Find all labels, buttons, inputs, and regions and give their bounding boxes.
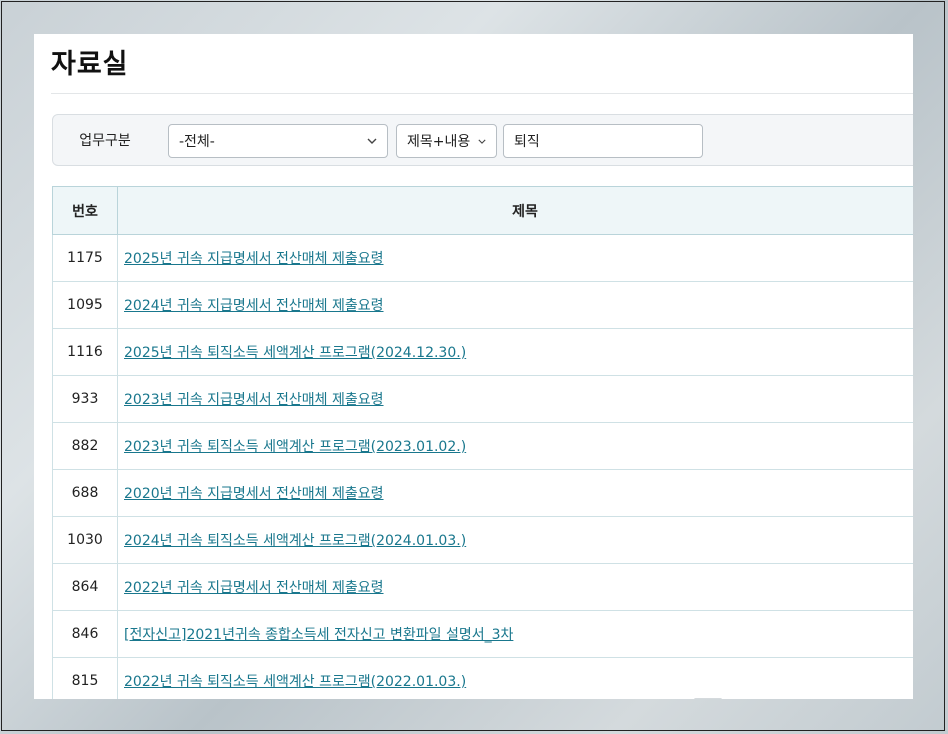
- row-title-link[interactable]: 2024년 귀속 지급명세서 전산매체 제출요령: [124, 298, 384, 314]
- table-header-row: 번호 제목: [52, 186, 913, 235]
- row-title-link[interactable]: 2022년 귀속 퇴직소득 세액계산 프로그램(2022.01.03.): [124, 674, 466, 690]
- row-title-link[interactable]: 2024년 귀속 퇴직소득 세액계산 프로그램(2024.01.03.): [124, 533, 466, 549]
- row-title-cell: 2022년 귀속 지급명세서 전산매체 제출요령: [117, 563, 913, 611]
- row-title-link[interactable]: 2022년 귀속 지급명세서 전산매체 제출요령: [124, 580, 384, 596]
- title-column-header: 제목: [117, 186, 913, 235]
- table-row: 864 2022년 귀속 지급명세서 전산매체 제출요령: [52, 563, 913, 611]
- row-title-cell: 2024년 귀속 퇴직소득 세액계산 프로그램(2024.01.03.): [117, 516, 913, 564]
- table-row: 1175 2025년 귀속 지급명세서 전산매체 제출요령: [52, 234, 913, 282]
- row-title-link[interactable]: [전자신고]2021년귀속 종합소득세 전자신고 변환파일 설명서_3차: [124, 627, 513, 643]
- row-number: 933: [52, 375, 118, 423]
- row-number: 1175: [52, 234, 118, 282]
- table-row: 688 2020년 귀속 지급명세서 전산매체 제출요령: [52, 469, 913, 517]
- table-row: 933 2023년 귀속 지급명세서 전산매체 제출요령: [52, 375, 913, 423]
- search-field-select[interactable]: 제목+내용: [396, 124, 497, 158]
- number-column-header: 번호: [52, 186, 118, 235]
- row-title-link[interactable]: 2020년 귀속 지급명세서 전산매체 제출요령: [124, 486, 384, 502]
- search-field-select-value: 제목+내용: [407, 134, 471, 150]
- row-number: 1030: [52, 516, 118, 564]
- row-title-cell: 2025년 귀속 지급명세서 전산매체 제출요령: [117, 234, 913, 282]
- category-select[interactable]: -전체-: [168, 124, 388, 158]
- row-title-cell: [전자신고]2021년귀속 종합소득세 전자신고 변환파일 설명서_3차: [117, 610, 913, 658]
- search-input[interactable]: [503, 124, 703, 158]
- table-row: 1116 2025년 귀속 퇴직소득 세액계산 프로그램(2024.12.30.…: [52, 328, 913, 376]
- pagination-edge: [694, 698, 722, 699]
- title-divider: [51, 93, 913, 94]
- category-select-value: -전체-: [179, 134, 215, 150]
- row-number: 1116: [52, 328, 118, 376]
- row-number: 688: [52, 469, 118, 517]
- table-row: 882 2023년 귀속 퇴직소득 세액계산 프로그램(2023.01.02.): [52, 422, 913, 470]
- results-table: 번호 제목 1175 2025년 귀속 지급명세서 전산매체 제출요령 1095…: [52, 186, 913, 699]
- page-title: 자료실: [51, 49, 129, 80]
- table-row: 1030 2024년 귀속 퇴직소득 세액계산 프로그램(2024.01.03.…: [52, 516, 913, 564]
- table-row: 846 [전자신고]2021년귀속 종합소득세 전자신고 변환파일 설명서_3차: [52, 610, 913, 658]
- row-number: 1095: [52, 281, 118, 329]
- row-title-link[interactable]: 2025년 귀속 퇴직소득 세액계산 프로그램(2024.12.30.): [124, 345, 466, 361]
- content-panel: 자료실 업무구분 -전체- 제목+내용 번호 제목 1175: [34, 34, 913, 699]
- row-title-link[interactable]: 2025년 귀속 지급명세서 전산매체 제출요령: [124, 251, 384, 267]
- row-title-cell: 2023년 귀속 지급명세서 전산매체 제출요령: [117, 375, 913, 423]
- row-title-cell: 2024년 귀속 지급명세서 전산매체 제출요령: [117, 281, 913, 329]
- row-number: 815: [52, 657, 118, 699]
- chevron-down-icon: [478, 136, 486, 147]
- row-title-link[interactable]: 2023년 귀속 퇴직소득 세액계산 프로그램(2023.01.02.): [124, 439, 466, 455]
- row-title-cell: 2025년 귀속 퇴직소득 세액계산 프로그램(2024.12.30.): [117, 328, 913, 376]
- row-number: 846: [52, 610, 118, 658]
- row-title-cell: 2020년 귀속 지급명세서 전산매체 제출요령: [117, 469, 913, 517]
- search-bar: 업무구분 -전체- 제목+내용: [52, 114, 913, 166]
- table-row: 815 2022년 귀속 퇴직소득 세액계산 프로그램(2022.01.03.): [52, 657, 913, 699]
- table-row: 1095 2024년 귀속 지급명세서 전산매체 제출요령: [52, 281, 913, 329]
- category-label: 업무구분: [79, 133, 131, 149]
- row-title-link[interactable]: 2023년 귀속 지급명세서 전산매체 제출요령: [124, 392, 384, 408]
- chevron-down-icon: [367, 136, 377, 147]
- row-number: 864: [52, 563, 118, 611]
- row-title-cell: 2023년 귀속 퇴직소득 세액계산 프로그램(2023.01.02.): [117, 422, 913, 470]
- row-number: 882: [52, 422, 118, 470]
- row-title-cell: 2022년 귀속 퇴직소득 세액계산 프로그램(2022.01.03.): [117, 657, 913, 699]
